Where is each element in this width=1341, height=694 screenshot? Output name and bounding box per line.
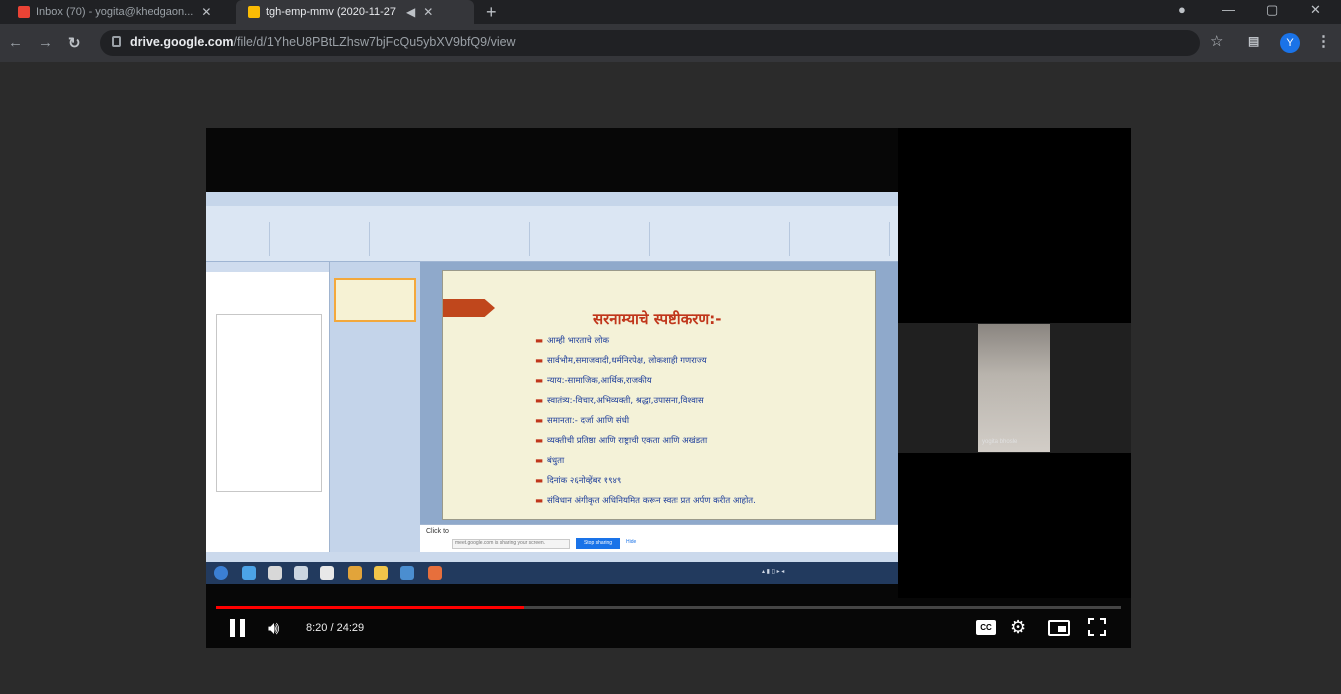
video-player[interactable]: सरनाम्याचे स्पष्टीकरण:- ▬ आम्ही भारताचे ल… [206, 128, 1131, 648]
forward-button[interactable]: → [38, 34, 53, 51]
slide-bullet: ▬ समानता:- दर्जा आणि संधी [535, 416, 630, 426]
slide-arrow-shape [443, 299, 495, 317]
powerpoint-icon [428, 566, 442, 580]
reload-button[interactable]: ↻ [68, 34, 81, 52]
ppt-titlebar [206, 192, 898, 206]
slide-bullet: ▬ स्वातंत्र्य:-विचार,अभिव्यक्ती, श्रद्धा,… [535, 396, 704, 406]
notes-label: Click to [426, 528, 449, 535]
slide: सरनाम्याचे स्पष्टीकरण:- ▬ आम्ही भारताचे ल… [442, 270, 876, 520]
ppt-notes-pane: Click to meet.google.com is sharing your… [420, 524, 898, 552]
tab-drive-video[interactable]: tgh-emp-mmv (2020-11-27 ◀ ✕ [236, 0, 474, 24]
lock-icon [112, 36, 121, 47]
tab-title: Inbox (70) - yogita@khedgaon... [36, 6, 194, 18]
minimize-button[interactable]: — [1222, 2, 1235, 17]
participant-video [978, 324, 1050, 452]
ribbon-group-font [370, 222, 530, 256]
participant-name: yogita bhosle [982, 439, 1018, 445]
slide-bullet: ▬ सार्वभौम,समाजवादी,धर्मनिरपेक्ष, लोकशाही… [535, 356, 707, 366]
ribbon-group-paragraph [530, 222, 650, 256]
captions-button[interactable]: CC [976, 620, 996, 635]
task-pane-list [216, 314, 322, 492]
menu-kebab-icon[interactable]: ⋮ [1316, 32, 1331, 50]
volume-icon[interactable]: 🔊︎ [268, 618, 279, 639]
browser-toolbar: ← → ↻ drive.google.com/file/d/1YheU8PBtL… [0, 24, 1341, 62]
slide-title: सरनाम्याचे स्पष्टीकरण:- [593, 310, 722, 328]
new-tab-button[interactable]: + [486, 2, 497, 23]
slide-canvas: सरनाम्याचे स्पष्टीकरण:- ▬ आम्ही भारताचे ल… [420, 262, 898, 524]
app-icon [294, 566, 308, 580]
ppt-statusbar [206, 552, 898, 562]
ribbon-group-clipboard [210, 222, 270, 256]
stop-sharing-button: Stop sharing [576, 538, 620, 549]
slide-bullet: ▬ संविधान अंगीकृत अधिनियमित करून स्वतः प्… [535, 496, 756, 506]
drive-icon [248, 6, 260, 18]
shared-screen: सरनाम्याचे स्पष्टीकरण:- ▬ आम्ही भारताचे ल… [206, 192, 898, 584]
bookmark-star-icon[interactable]: ☆ [1210, 32, 1223, 50]
app-icon [400, 566, 414, 580]
url-text: drive.google.com/file/d/1YheU8PBtLZhsw7b… [130, 35, 516, 49]
close-window-button[interactable]: ✕ [1310, 2, 1321, 18]
slide-bullet: ▬ दिनांक २६नोव्हेंबर १९४९ [535, 476, 622, 486]
chrome-icon [348, 566, 362, 580]
progress-bar[interactable] [216, 606, 1121, 609]
windows-taskbar: ▴ ▮ ▯ ▸ ◂ [206, 562, 898, 584]
fullscreen-button[interactable] [1088, 618, 1106, 636]
browser-window: Inbox (70) - yogita@khedgaon... ✕ tgh-em… [0, 0, 1341, 694]
close-tab-icon[interactable]: ✕ [201, 5, 211, 19]
tab-strip: Inbox (70) - yogita@khedgaon... ✕ tgh-em… [0, 0, 1341, 24]
ribbon-group-slides [270, 222, 370, 256]
audio-icon[interactable]: ◀ [406, 5, 415, 19]
pause-button[interactable] [230, 619, 246, 637]
system-tray: ▴ ▮ ▯ ▸ ◂ [762, 569, 785, 575]
time-display: 8:20 / 24:29 [306, 622, 365, 634]
tab-inbox[interactable]: Inbox (70) - yogita@khedgaon... ✕ [6, 0, 234, 24]
gmail-icon [18, 6, 30, 18]
back-button[interactable]: ← [8, 34, 23, 51]
ribbon-group-drawing [650, 222, 790, 256]
hide-link: Hide [626, 539, 637, 545]
miniplayer-button[interactable] [1048, 620, 1070, 636]
close-tab-icon[interactable]: ✕ [423, 5, 433, 19]
slide-bullet: ▬ न्याय:-सामाजिक,आर्थिक,राजकीय [535, 376, 652, 386]
restore-button[interactable]: ▢ [1266, 2, 1278, 18]
tab-title: tgh-emp-mmv (2020-11-27 [266, 6, 397, 18]
settings-gear-icon[interactable]: ⚙ [1010, 617, 1026, 638]
extension-icon[interactable]: ▤ [1248, 34, 1259, 48]
chrome-account-icon[interactable]: ● [1178, 2, 1186, 17]
profile-avatar[interactable]: Y [1280, 33, 1300, 53]
slide-bullet: ▬ आम्ही भारताचे लोक [535, 336, 609, 346]
start-icon [214, 566, 228, 580]
ppt-ribbon [206, 206, 898, 262]
app-icon [320, 566, 334, 580]
folder-icon [374, 566, 388, 580]
address-bar[interactable]: drive.google.com/file/d/1YheU8PBtLZhsw7b… [100, 30, 1200, 56]
ribbon-group-editing [790, 222, 890, 256]
slide-bullets: ▬ आम्ही भारताचे लोक ▬ सार्वभौम,समाजवादी,धर… [535, 335, 875, 515]
ppt-task-pane [206, 262, 330, 552]
sharing-banner-text: meet.google.com is sharing your screen. [452, 539, 570, 549]
explorer-icon [268, 566, 282, 580]
progress-played [216, 606, 524, 609]
task-pane-header [206, 262, 329, 272]
ie-icon [242, 566, 256, 580]
slide-thumbnail [334, 278, 416, 322]
slide-thumbnails [330, 262, 420, 552]
slide-bullet: ▬ बंधुता [535, 456, 565, 466]
slide-bullet: ▬ व्यक्तीची प्रतिष्ठा आणि राष्ट्राची एकता… [535, 436, 708, 446]
